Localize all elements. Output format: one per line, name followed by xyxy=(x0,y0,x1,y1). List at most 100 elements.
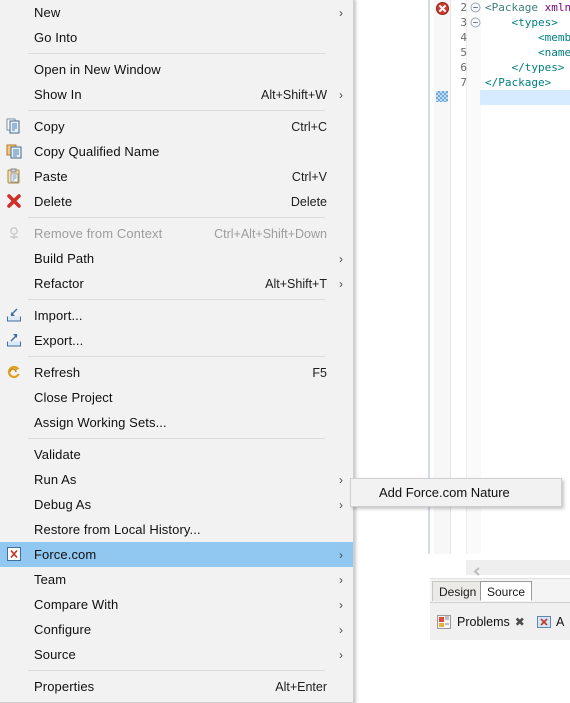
menu-item-accelerator: Ctrl+Alt+Shift+Down xyxy=(214,226,327,241)
code-line: 7 </Package> xyxy=(450,75,570,90)
bottom-view-tab-strip: Problems ✖ A xyxy=(430,602,570,640)
menu-item-source[interactable]: Source › xyxy=(0,642,353,667)
occurrence-marker xyxy=(436,91,448,102)
code-text: <name xyxy=(485,46,570,59)
chevron-right-icon: › xyxy=(339,547,343,562)
tab-design-label: Design xyxy=(439,585,477,599)
error-marker-icon[interactable] xyxy=(436,2,449,15)
line-number: 3 xyxy=(460,16,467,29)
menu-separator xyxy=(28,110,325,111)
chevron-right-icon: › xyxy=(339,647,343,662)
menu-item-new[interactable]: New › xyxy=(0,0,353,25)
menu-item-label: Copy Qualified Name xyxy=(34,144,160,159)
editor-right-whitespace xyxy=(358,0,428,639)
fold-collapse-icon[interactable] xyxy=(470,2,481,13)
menu-item-run-as[interactable]: Run As › xyxy=(0,467,353,492)
chevron-right-icon: › xyxy=(339,276,343,291)
menu-item-debug-as[interactable]: Debug As › xyxy=(0,492,353,517)
menu-item-label: Go Into xyxy=(34,30,78,45)
menu-separator xyxy=(28,53,325,54)
menu-item-label: Paste xyxy=(34,169,68,184)
menu-separator xyxy=(28,438,325,439)
chevron-right-icon: › xyxy=(339,572,343,587)
menu-item-accelerator: Ctrl+C xyxy=(291,119,327,134)
fold-collapse-icon[interactable] xyxy=(470,17,481,28)
tab-source-label: Source xyxy=(487,585,526,599)
menu-item-delete[interactable]: Delete Delete xyxy=(0,189,353,214)
bottom-tab-problems[interactable]: Problems ✖ xyxy=(436,609,525,635)
menu-item-force-com[interactable]: Force.com › xyxy=(0,542,353,567)
refresh-icon xyxy=(6,364,22,380)
code-content[interactable]: 2 <Package xmln 3 <types> 4 <memb 5 <name 6 <… xyxy=(450,0,570,554)
menu-item-accelerator: Alt+Shift+T xyxy=(265,276,327,291)
menu-item-restore-from-local-history[interactable]: Restore from Local History... xyxy=(0,517,353,542)
submenu-item-add-forcecom-nature[interactable]: Add Force.com Nature xyxy=(351,479,561,506)
menu-item-refresh[interactable]: Refresh F5 xyxy=(0,360,353,385)
tab-design[interactable]: Design xyxy=(432,581,484,601)
menu-item-close-project[interactable]: Close Project xyxy=(0,385,353,410)
bottom-tab-apex-label: A xyxy=(556,615,565,629)
import-icon xyxy=(6,307,22,323)
menu-item-go-into[interactable]: Go Into xyxy=(0,25,353,50)
menu-item-accelerator: Delete xyxy=(290,194,327,209)
menu-item-label: Force.com xyxy=(34,547,97,562)
menu-separator xyxy=(28,356,325,357)
apex-icon xyxy=(536,614,552,630)
bottom-tab-apex[interactable]: A xyxy=(536,609,564,635)
menu-item-export[interactable]: Export... xyxy=(0,328,353,353)
menu-item-paste[interactable]: Paste Ctrl+V xyxy=(0,164,353,189)
menu-item-team[interactable]: Team › xyxy=(0,567,353,592)
menu-item-label: Copy xyxy=(34,119,65,134)
tab-source[interactable]: Source xyxy=(480,581,533,601)
bottom-left-whitespace xyxy=(358,554,433,639)
menu-item-remove-from-context: Remove from Context Ctrl+Alt+Shift+Down xyxy=(0,221,353,246)
menu-item-label: Source xyxy=(34,647,76,662)
menu-item-label: New xyxy=(34,5,61,20)
menu-item-configure[interactable]: Configure › xyxy=(0,617,353,642)
menu-item-import[interactable]: Import... xyxy=(0,303,353,328)
menu-item-copy-qualified-name[interactable]: Copy Qualified Name xyxy=(0,139,353,164)
menu-item-label: Team xyxy=(34,572,67,587)
remove-from-context-icon xyxy=(6,225,22,241)
menu-item-properties[interactable]: Properties Alt+Enter xyxy=(0,674,353,699)
code-line: 5 <name xyxy=(450,45,570,60)
editor-marker-column[interactable] xyxy=(434,0,451,554)
context-menu[interactable]: New › Go Into Open in New Window Show In Alt+… xyxy=(0,0,354,703)
bottom-tab-problems-label: Problems xyxy=(457,615,510,629)
menu-item-label: Remove from Context xyxy=(34,226,163,241)
menu-item-refactor[interactable]: Refactor Alt+Shift+T › xyxy=(0,271,353,296)
menu-item-label: Compare With xyxy=(34,597,119,612)
menu-item-label: Run As xyxy=(34,472,77,487)
paste-icon xyxy=(6,168,22,184)
menu-separator xyxy=(28,217,325,218)
editor-left-divider xyxy=(428,0,430,554)
menu-item-label: Open in New Window xyxy=(34,62,161,77)
chevron-right-icon: › xyxy=(339,5,343,20)
chevron-right-icon: › xyxy=(339,622,343,637)
code-text: <memb xyxy=(485,31,570,44)
menu-item-show-in[interactable]: Show In Alt+Shift+W › xyxy=(0,82,353,107)
menu-item-compare-with[interactable]: Compare With › xyxy=(0,592,353,617)
menu-item-assign-working-sets[interactable]: Assign Working Sets... xyxy=(0,410,353,435)
chevron-right-icon: › xyxy=(339,472,343,487)
code-text: <types> xyxy=(485,16,558,29)
menu-item-label: Delete xyxy=(34,194,73,209)
line-number: 7 xyxy=(460,76,467,89)
menu-item-label: Refresh xyxy=(34,365,81,380)
code-text: </Package> xyxy=(485,76,552,89)
menu-item-copy[interactable]: Copy Ctrl+C xyxy=(0,114,353,139)
horizontal-scrollbar[interactable] xyxy=(466,560,570,576)
code-line: 2 <Package xmln xyxy=(450,0,570,15)
menu-item-label: Show In xyxy=(34,87,82,102)
line-number: 2 xyxy=(460,1,467,14)
line-number: 5 xyxy=(460,46,467,59)
forcecom-submenu[interactable]: Add Force.com Nature xyxy=(350,478,562,507)
menu-item-validate[interactable]: Validate xyxy=(0,442,353,467)
close-icon[interactable]: ✖ xyxy=(515,615,525,629)
export-icon xyxy=(6,332,22,348)
menu-separator xyxy=(28,299,325,300)
menu-item-accelerator: F5 xyxy=(312,365,327,380)
menu-item-label: Restore from Local History... xyxy=(34,522,201,537)
menu-item-open-in-new-window[interactable]: Open in New Window xyxy=(0,57,353,82)
menu-item-build-path[interactable]: Build Path › xyxy=(0,246,353,271)
